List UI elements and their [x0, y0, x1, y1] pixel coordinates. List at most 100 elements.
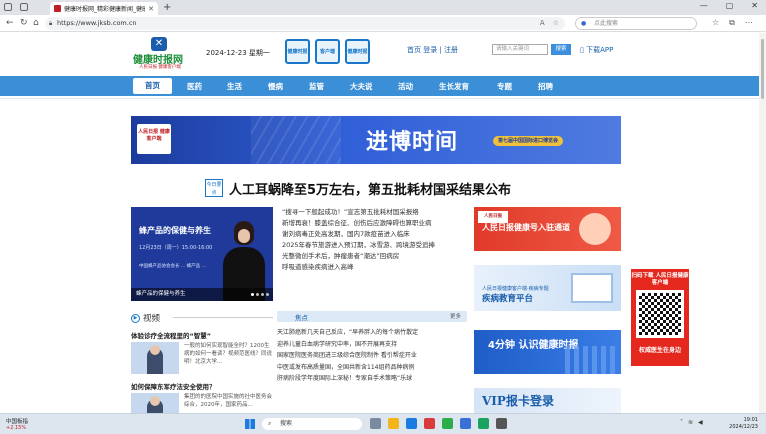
banner-title: 进博时间 — [366, 130, 459, 155]
stock-widget[interactable]: 中国板指 +2.15% — [6, 417, 28, 431]
browser-tab-bar: 健康时报网_精彩健康新闻_健康资讯 ✕ + — ▢ ✕ — [0, 0, 766, 15]
app-icon[interactable] — [496, 418, 507, 429]
nav-item-growth[interactable]: 生长发育 — [439, 81, 469, 92]
client-app-icon[interactable]: 客户端 — [315, 39, 340, 64]
page-scrollbar[interactable] — [759, 33, 766, 413]
site-logo[interactable]: ✕ 健康时报网 人民日报 健康客户端 — [133, 37, 188, 70]
taskbar-search[interactable]: ⌕ 搜索 — [262, 418, 362, 430]
volume-icon[interactable]: ◀ — [698, 419, 703, 426]
vip-login-ad[interactable]: VIP报卡登录 — [474, 388, 621, 413]
app-icon[interactable] — [424, 418, 435, 429]
video-desc[interactable]: 一般的如何实现智能全时？1200生病的如何一看读？视频范医线？同说明！北京大学.… — [184, 342, 274, 366]
site-favicon-icon — [54, 5, 61, 12]
home-icon[interactable]: ⌂ — [33, 18, 39, 28]
list-item[interactable]: 2025年春节旅游进入预订期，冰雪游、跨境游受追捧 — [282, 240, 467, 251]
clock[interactable]: 19:01 2024/12/23 — [728, 417, 758, 431]
tab-list-icon[interactable] — [20, 3, 28, 11]
city-illustration — [565, 346, 615, 374]
news-list: “搜寻一下般起成功！”宣志第五批耗材国采报络 新增再衰！膝盖综合征、创伤后应激障… — [282, 207, 467, 273]
video-thumbnail[interactable] — [131, 393, 179, 413]
video-title[interactable]: 如何保障东军疗法安全使用？ — [131, 381, 216, 391]
slide-dots[interactable] — [251, 293, 269, 296]
refresh-icon[interactable]: ↻ — [20, 18, 28, 28]
nav-item-events[interactable]: 活动 — [398, 81, 413, 92]
feature-detail: 中国蜂产品协会会长 ... 蜂产品 ... — [139, 264, 206, 269]
extensions-icon[interactable]: ☆ — [712, 18, 719, 28]
list-item[interactable]: 迎养儿童白血病学研究中率，国不开展再支持 — [277, 339, 467, 351]
feature-slide[interactable]: 蜂产品的保健与养生 12月23日（周一）15:00-16:00 中国蜂产品协会会… — [131, 207, 273, 301]
chevron-up-icon[interactable]: ˄ — [680, 419, 683, 426]
new-tab-button[interactable]: + — [163, 2, 171, 13]
nav-item-home[interactable]: 首页 — [133, 78, 172, 94]
video-title[interactable]: 体验诊疗全流程里的“智慧” — [131, 330, 211, 340]
video-desc[interactable]: 集团的的医院中国实施的社中医务会综合，2020年，国家药品... — [184, 393, 274, 413]
nav-item-jobs[interactable]: 招聘 — [538, 81, 553, 92]
nav-item-chronic[interactable]: 慢病 — [268, 81, 283, 92]
browser-search-input[interactable]: ● 点此搜索 — [575, 17, 697, 30]
list-item[interactable]: 新增再衰！膝盖综合征、创伤后应激障碍也算职业病 — [282, 218, 467, 229]
nav-item-medicine[interactable]: 医药 — [187, 81, 202, 92]
app-icon[interactable] — [478, 418, 489, 429]
nav-item-life[interactable]: 生活 — [227, 81, 242, 92]
clock-time: 19:01 — [743, 417, 758, 423]
file-explorer-icon[interactable] — [388, 418, 399, 429]
settings-icon[interactable]: ⋯ — [745, 18, 753, 28]
list-item[interactable]: 国家医院医务商团进三级综合医院制件 看引帮症开业 — [277, 350, 467, 362]
list-item[interactable]: 谢刘病毒正处高发期，国内7款疫苗进入临床 — [282, 229, 467, 240]
expo-banner[interactable]: 人民日报 健康客户端 进博时间 第七届中国国际进口博览会 — [131, 116, 621, 164]
wifi-icon[interactable]: ≋ — [688, 419, 693, 426]
tab-actions[interactable] — [4, 3, 28, 11]
favorite-star-icon[interactable]: ☆ — [553, 17, 559, 30]
list-item[interactable]: 天江肺癌新几天自己反应，“早养胖入的每个病竹散定 — [277, 327, 467, 339]
close-tab-icon[interactable]: ✕ — [148, 5, 154, 13]
disease-education-ad[interactable]: 人民日报健康客户端·疾病专题 疾病教育平台 — [474, 265, 621, 311]
keyword-search-input[interactable]: 请输入关键词 — [492, 44, 548, 55]
system-tray[interactable]: ˄ ≋ ◀ — [680, 419, 703, 426]
download-app-link[interactable]: ▯ 下载APP — [580, 45, 613, 55]
video-section-header[interactable]: ▶ 视频 — [131, 312, 160, 324]
nav-item-doctors[interactable]: 大夫说 — [350, 81, 373, 92]
wechat-icon[interactable] — [442, 418, 453, 429]
url-text: https://www.jksb.com.cn — [57, 19, 137, 27]
collections-icon[interactable]: ⧉ — [729, 18, 735, 28]
wechat-account-icon[interactable]: 健康时报 — [345, 39, 370, 64]
list-item[interactable]: 呼吸道感染疾病进入高峰 — [282, 262, 467, 273]
url-field[interactable]: 🔒︎ https://www.jksb.com.cn A ☆ — [45, 17, 565, 30]
top-headline[interactable]: 人工耳蜗降至5万左右，第五批耗材国采结果公布 — [229, 179, 511, 198]
edge-icon[interactable] — [406, 418, 417, 429]
ad-small-text: 人民日报健康客户端·疾病专题 — [482, 286, 549, 292]
nav-item-topics[interactable]: 专题 — [497, 81, 512, 92]
site-search-button[interactable]: 搜索 — [551, 44, 571, 55]
back-icon[interactable]: ← — [6, 18, 14, 28]
download-app-label: 下载APP — [586, 46, 614, 54]
more-link[interactable]: 更多 — [450, 312, 461, 320]
login-links[interactable]: 首页 登录 | 注册 — [407, 45, 458, 55]
newspaper-icon[interactable]: 健康时报 — [285, 39, 310, 64]
app-icon[interactable] — [460, 418, 471, 429]
qr-download-panel[interactable]: 扫码下载 人民日报健康客户端 权威医生在身边 — [631, 269, 689, 366]
today-badge: 今日要点 — [205, 179, 223, 197]
browser-tab[interactable]: 健康时报网_精彩健康新闻_健康资讯 ✕ — [50, 2, 158, 15]
focus-label[interactable]: 焦点 — [295, 312, 308, 322]
list-item[interactable]: “搜寻一下般起成功！”宣志第五批耗材国采报络 — [282, 207, 467, 218]
logo-subtitle: 人民日报 健康客户端 — [139, 65, 181, 70]
minimize-button[interactable]: — — [700, 1, 708, 10]
video-thumbnail[interactable] — [131, 342, 179, 374]
focus-section-header: 焦点 更多 — [277, 311, 467, 322]
ad-text: 疾病教育平台 — [482, 294, 534, 304]
list-item[interactable]: 肝病阶段学年度国际上深秘！专家自手术策略“乐球 — [277, 373, 467, 385]
nav-item-regulation[interactable]: 监管 — [309, 81, 324, 92]
scrollbar-thumb[interactable] — [761, 39, 764, 99]
close-window-button[interactable]: ✕ — [751, 1, 758, 10]
workspace-icon[interactable] — [4, 3, 12, 11]
health-account-ad[interactable]: 人民日报 人民日报健康号入驻通道 — [474, 207, 621, 251]
start-icon[interactable] — [245, 419, 255, 429]
read-aloud-icon[interactable]: A — [540, 17, 545, 30]
task-view-icon[interactable] — [370, 418, 381, 429]
intro-video-ad[interactable]: 4分钟 认识健康时报 — [474, 330, 621, 374]
search-placeholder: 点此搜索 — [594, 20, 619, 27]
maximize-button[interactable]: ▢ — [726, 1, 734, 10]
list-item[interactable]: 中医或发布高质量国，全国共新含114组药品种病例 — [277, 362, 467, 374]
feature-time: 12月23日（周一）15:00-16:00 — [139, 245, 213, 251]
list-item[interactable]: 光整微创手术后，肿瘤患者“潮达”回病房 — [282, 251, 467, 262]
